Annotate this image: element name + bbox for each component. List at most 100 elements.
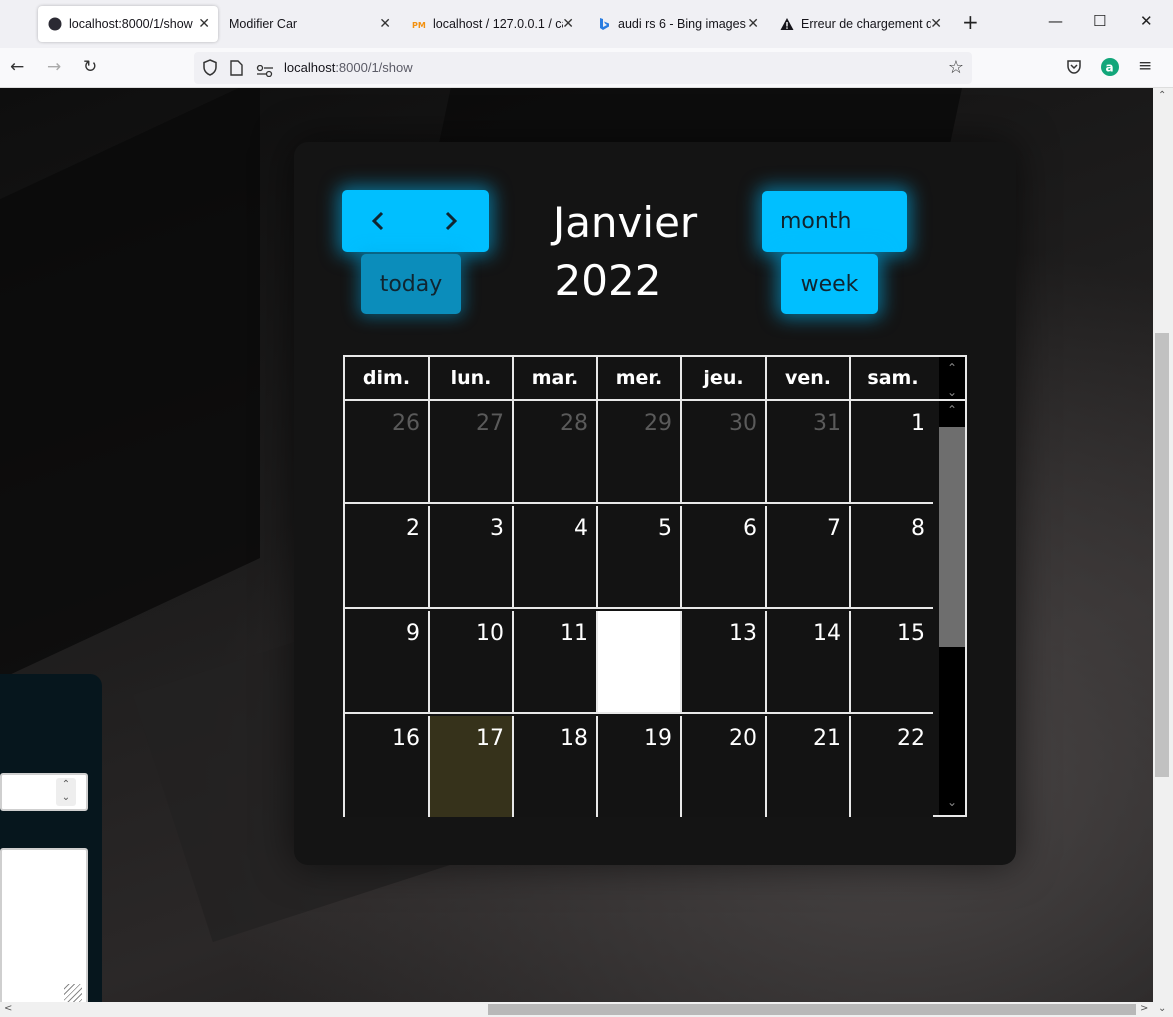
day-cell[interactable]: 15 xyxy=(851,611,933,714)
tab-bing-images[interactable]: audi rs 6 - Bing images ✕ xyxy=(587,6,767,42)
permissions-icon[interactable] xyxy=(256,62,274,81)
day-cell[interactable]: 28 xyxy=(514,401,598,504)
forward-icon[interactable]: → xyxy=(47,57,61,77)
close-tab-icon[interactable]: ✕ xyxy=(930,15,942,32)
day-cell[interactable]: 6 xyxy=(682,506,767,609)
close-tab-icon[interactable]: ✕ xyxy=(379,15,391,32)
week-view-button[interactable]: week xyxy=(781,254,878,314)
weekday-header: lun. xyxy=(430,357,514,399)
scroll-thumb[interactable] xyxy=(939,427,965,647)
menu-icon[interactable]: ≡ xyxy=(1138,56,1152,76)
day-cell[interactable]: 29 xyxy=(598,401,682,504)
bing-icon xyxy=(597,17,611,31)
day-number: 19 xyxy=(644,726,672,751)
close-tab-icon[interactable]: ✕ xyxy=(747,15,759,32)
day-number: 30 xyxy=(729,411,757,436)
today-button[interactable]: today xyxy=(361,254,461,314)
maximize-button[interactable]: ☐ xyxy=(1093,12,1106,30)
scroll-right-icon[interactable]: > xyxy=(1140,1003,1148,1014)
spinner-arrows-icon[interactable]: ⌃ ⌄ xyxy=(56,778,76,806)
tab-localhost-show[interactable]: localhost:8000/1/show ✕ xyxy=(38,6,218,42)
url-path: :8000/1/show xyxy=(335,60,413,75)
header-scrollbar[interactable]: ⌃ ⌄ xyxy=(939,357,965,399)
day-cell[interactable]: 11 xyxy=(514,611,598,714)
day-number: 7 xyxy=(827,516,841,541)
scroll-up-icon[interactable]: ⌃ xyxy=(939,361,965,377)
day-cell[interactable]: 31 xyxy=(767,401,851,504)
day-cell[interactable]: 13 xyxy=(682,611,767,714)
weekday-header: ven. xyxy=(767,357,851,399)
tab-title: Modifier Car xyxy=(229,17,298,31)
url-bar[interactable]: localhost:8000/1/show ☆ xyxy=(194,52,972,84)
scroll-down-icon[interactable]: ⌄ xyxy=(939,385,965,401)
day-cell[interactable]: 5 xyxy=(598,506,682,609)
svg-text:PMA: PMA xyxy=(412,21,426,30)
site-icon xyxy=(48,17,62,31)
prev-next-button-group xyxy=(342,190,489,252)
account-icon[interactable]: a xyxy=(1101,58,1119,80)
day-cell[interactable]: 14 xyxy=(767,611,851,714)
url-text: localhost:8000/1/show xyxy=(284,60,413,75)
day-cell[interactable]: 2 xyxy=(345,506,430,609)
back-icon[interactable]: ← xyxy=(10,57,24,77)
pocket-icon[interactable] xyxy=(1066,59,1082,79)
page-horizontal-scrollbar[interactable]: < > ⌄ xyxy=(0,1002,1173,1017)
scroll-down-icon[interactable]: ⌄ xyxy=(1158,1003,1166,1014)
close-window-button[interactable]: ✕ xyxy=(1140,12,1153,30)
tab-phpmyadmin[interactable]: PMA localhost / 127.0.0.1 / ca ✕ xyxy=(402,6,582,42)
chevron-left-icon[interactable] xyxy=(370,211,386,231)
day-cell[interactable]: 3 xyxy=(430,506,514,609)
day-number: 22 xyxy=(897,726,925,751)
page-vertical-scrollbar[interactable]: ⌃ xyxy=(1153,88,1173,1002)
bookmark-star-icon[interactable]: ☆ xyxy=(948,57,964,78)
day-number: 4 xyxy=(574,516,588,541)
day-number: 2 xyxy=(406,516,420,541)
new-tab-button[interactable]: + xyxy=(962,10,979,34)
day-number: 28 xyxy=(560,411,588,436)
scroll-up-icon[interactable]: ⌃ xyxy=(1158,90,1166,101)
day-cell[interactable]: 9 xyxy=(345,611,430,714)
reload-icon[interactable]: ↻ xyxy=(83,57,97,77)
day-number: 9 xyxy=(406,621,420,646)
textarea[interactable] xyxy=(0,848,88,1002)
day-cell[interactable]: 21 xyxy=(767,716,851,817)
day-cell[interactable]: 26 xyxy=(345,401,430,504)
body-scrollbar[interactable]: ⌃ ⌄ xyxy=(939,401,965,815)
day-cell[interactable]: 1 xyxy=(851,401,933,504)
scroll-thumb[interactable] xyxy=(488,1004,1136,1015)
scroll-up-icon[interactable]: ⌃ xyxy=(939,403,965,419)
day-cell[interactable]: 8 xyxy=(851,506,933,609)
day-cell[interactable]: 16 xyxy=(345,716,430,817)
day-cell[interactable]: 10 xyxy=(430,611,514,714)
scroll-down-icon[interactable]: ⌄ xyxy=(939,795,965,811)
close-tab-icon[interactable]: ✕ xyxy=(198,15,210,32)
day-cell[interactable]: 27 xyxy=(430,401,514,504)
resize-grip-icon[interactable] xyxy=(64,984,82,1002)
day-number: 18 xyxy=(560,726,588,751)
tab-bar: localhost:8000/1/show ✕ Modifier Car ✕ P… xyxy=(0,0,1173,48)
month-view-button[interactable]: month xyxy=(762,191,907,252)
tab-error[interactable]: Erreur de chargement d ✕ xyxy=(770,6,950,42)
tab-modifier-car[interactable]: Modifier Car ✕ xyxy=(219,6,399,42)
day-cell[interactable]: 4 xyxy=(514,506,598,609)
day-cell[interactable]: 30 xyxy=(682,401,767,504)
shield-icon[interactable] xyxy=(202,59,218,80)
day-number: 3 xyxy=(490,516,504,541)
scroll-left-icon[interactable]: < xyxy=(4,1003,12,1014)
day-number: 27 xyxy=(476,411,504,436)
day-cell[interactable]: 7 xyxy=(767,506,851,609)
number-input[interactable]: ⌃ ⌄ xyxy=(0,773,88,811)
scroll-thumb[interactable] xyxy=(1155,333,1169,777)
day-cell[interactable]: 19 xyxy=(598,716,682,817)
close-tab-icon[interactable]: ✕ xyxy=(562,15,574,32)
day-cell[interactable] xyxy=(598,611,682,714)
day-cell-today[interactable]: 17 xyxy=(430,716,514,817)
day-cell[interactable]: 18 xyxy=(514,716,598,817)
weekday-header: dim. xyxy=(345,357,430,399)
day-number: 17 xyxy=(476,726,504,751)
day-cell[interactable]: 22 xyxy=(851,716,933,817)
day-number: 11 xyxy=(560,621,588,646)
chevron-right-icon[interactable] xyxy=(443,211,459,231)
day-cell[interactable]: 20 xyxy=(682,716,767,817)
minimize-button[interactable]: — xyxy=(1048,12,1063,30)
